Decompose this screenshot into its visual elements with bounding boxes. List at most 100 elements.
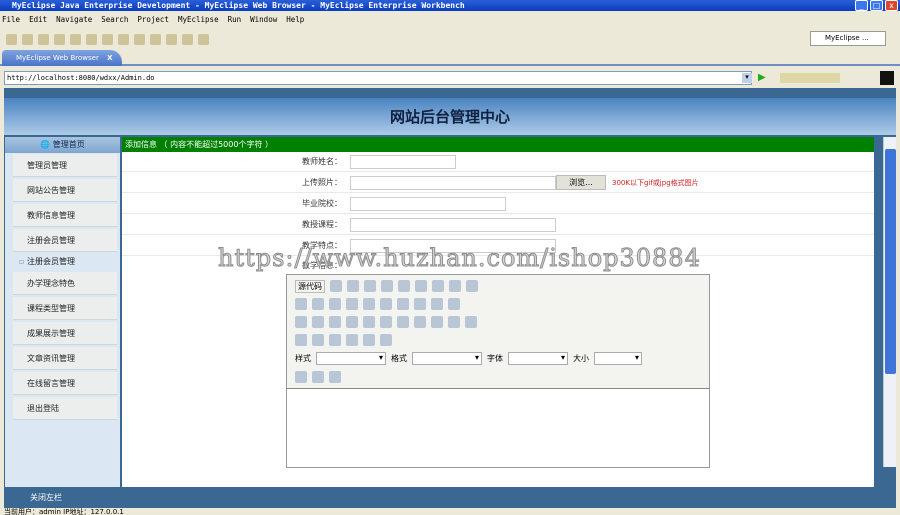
sidebar-home[interactable]: 🌐 管理首页 [5, 137, 120, 153]
editor-body[interactable] [287, 390, 709, 467]
template-icon[interactable] [381, 280, 393, 292]
image-button-icon[interactable] [448, 298, 460, 310]
link-icon[interactable] [448, 316, 460, 328]
sidebar-item-admin[interactable]: 管理员管理 [13, 154, 117, 177]
print-icon[interactable] [449, 280, 461, 292]
align-left-icon[interactable] [397, 316, 409, 328]
menu-file[interactable]: File [2, 13, 20, 27]
scrollbar-thumb[interactable] [885, 149, 896, 374]
align-right-icon[interactable] [431, 316, 443, 328]
deploy-icon[interactable] [54, 33, 65, 45]
sidebar-item-logout[interactable]: 退出登陆 [13, 397, 117, 420]
go-icon[interactable]: ▶ [758, 72, 766, 83]
checkbox-icon[interactable] [397, 298, 409, 310]
text-color-icon[interactable] [295, 371, 307, 383]
sidebar-item-article[interactable]: 文章资讯管理 [13, 347, 117, 370]
menu-window[interactable]: Window [250, 13, 277, 27]
maximize-button[interactable]: □ [870, 0, 883, 11]
browser-menu-icon[interactable] [880, 71, 894, 85]
spellcheck-icon[interactable] [466, 280, 478, 292]
menu-help[interactable]: Help [286, 13, 304, 27]
smiley-icon[interactable] [363, 334, 375, 346]
close-sidebar-button[interactable]: 关闭左栏 [4, 488, 896, 508]
copy-icon[interactable] [415, 280, 427, 292]
anchor-icon[interactable] [465, 316, 477, 328]
teacher-name-input[interactable] [350, 155, 456, 169]
sidebar-item-member[interactable]: 注册会员管理 [13, 229, 117, 252]
run-icon[interactable] [134, 33, 145, 45]
bold-icon[interactable] [295, 316, 307, 328]
tab-close-icon[interactable]: X [107, 54, 112, 62]
minimize-button[interactable]: _ [855, 0, 868, 11]
bg-color-icon[interactable] [312, 371, 324, 383]
style-select[interactable] [316, 351, 386, 365]
debug-icon[interactable] [118, 33, 129, 45]
menu-navigate[interactable]: Navigate [56, 13, 92, 27]
textfield-icon[interactable] [431, 298, 443, 310]
strike-icon[interactable] [346, 316, 358, 328]
table-icon[interactable] [329, 334, 341, 346]
new-page-icon[interactable] [347, 280, 359, 292]
special-char-icon[interactable] [380, 334, 392, 346]
server-icon[interactable] [70, 33, 81, 45]
back-icon[interactable] [182, 33, 193, 45]
external-tools-icon[interactable] [150, 33, 161, 45]
sidebar-item-course-type[interactable]: 课程类型管理 [13, 297, 117, 320]
menu-project[interactable]: Project [137, 13, 169, 27]
vertical-scrollbar[interactable] [883, 137, 896, 467]
menu-run[interactable]: Run [228, 13, 242, 27]
cut-icon[interactable] [398, 280, 410, 292]
search-icon[interactable] [166, 33, 177, 45]
ordered-list-icon[interactable] [363, 316, 375, 328]
new-icon[interactable] [6, 33, 17, 45]
browse-button[interactable]: 浏览... [556, 175, 606, 190]
replace-icon[interactable] [346, 298, 358, 310]
save-icon[interactable] [22, 33, 33, 45]
menu-edit[interactable]: Edit [29, 13, 47, 27]
form-row-name: 教师姓名： [122, 152, 874, 172]
course-input[interactable] [350, 218, 556, 232]
format-select[interactable] [412, 351, 482, 365]
unordered-list-icon[interactable] [380, 316, 392, 328]
underline-icon[interactable] [329, 316, 341, 328]
menu-search[interactable]: Search [101, 13, 128, 27]
size-select[interactable] [594, 351, 642, 365]
tab-web-browser[interactable]: MyEclipse Web Browser X [2, 50, 122, 66]
select-all-icon[interactable] [363, 298, 375, 310]
sidebar-item-achievement[interactable]: 成果展示管理 [13, 322, 117, 345]
radio-icon[interactable] [414, 298, 426, 310]
forward-icon[interactable] [198, 33, 209, 45]
url-dropdown-icon[interactable]: ▾ [742, 73, 752, 83]
image-icon[interactable] [295, 334, 307, 346]
preview-icon[interactable] [364, 280, 376, 292]
sidebar-item-teacher[interactable]: 教师信息管理 [13, 204, 117, 227]
perspective-switcher[interactable]: MyEclipse ... [810, 31, 886, 46]
align-center-icon[interactable] [414, 316, 426, 328]
close-window-button[interactable]: x [885, 0, 898, 11]
redo-icon[interactable] [312, 298, 324, 310]
italic-icon[interactable] [312, 316, 324, 328]
maximize-icon[interactable] [329, 371, 341, 383]
print-icon[interactable] [38, 33, 49, 45]
sidebar-item-notice[interactable]: 网站公告管理 [13, 179, 117, 202]
browser-nav-icons[interactable] [780, 73, 840, 83]
sidebar-item-philosophy[interactable]: 办学理念特色 [13, 272, 117, 295]
folder-icon[interactable] [102, 33, 113, 45]
font-select[interactable] [508, 351, 568, 365]
undo-icon[interactable] [295, 298, 307, 310]
paste-icon[interactable] [432, 280, 444, 292]
url-input[interactable]: http://localhost:8080/wdxx/Admin.do [4, 71, 752, 85]
flash-icon[interactable] [312, 334, 324, 346]
globe-icon[interactable] [86, 33, 97, 45]
photo-file-input[interactable] [350, 176, 556, 190]
sidebar-item-message[interactable]: 在线留言管理 [13, 372, 117, 395]
rule-icon[interactable] [346, 334, 358, 346]
find-icon[interactable] [329, 298, 341, 310]
form-icon[interactable] [380, 298, 392, 310]
menu-myeclipse[interactable]: MyEclipse [178, 13, 219, 27]
save-icon[interactable] [330, 280, 342, 292]
sidebar-subitem-member[interactable]: ▫ 注册会员管理 [7, 250, 111, 273]
source-button[interactable]: 源代码 [295, 279, 325, 293]
school-input[interactable] [350, 197, 506, 211]
window-title: MyEclipse Java Enterprise Development - … [0, 0, 900, 11]
